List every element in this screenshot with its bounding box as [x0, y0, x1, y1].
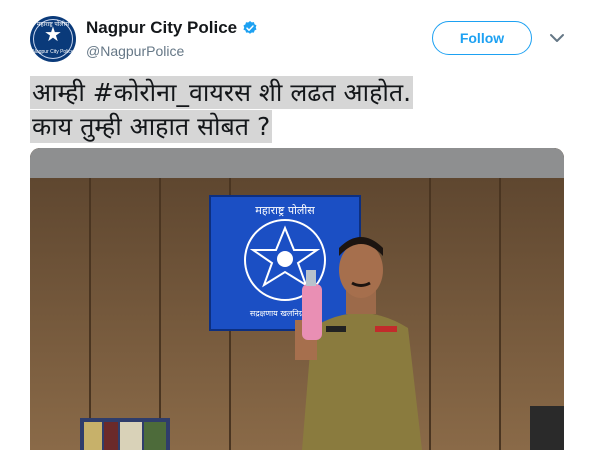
tweet-text-line: काय तुम्ही आहात सोबत ?: [30, 110, 273, 143]
verified-badge-icon: [243, 21, 257, 34]
video-frame: महाराष्ट्र पोलीस सद्रक्षणाय खलनिग्रहणाय: [30, 148, 564, 450]
chevron-down-icon[interactable]: [549, 32, 565, 44]
avatar-bottom-text: Nagpur City Police: [32, 49, 74, 55]
sign-text-top: महाराष्ट्र पोलीस: [255, 204, 315, 217]
tweet-text: आम्ही #कोरोना_वायरस शी लढत आहोत. काय तुम…: [30, 76, 570, 144]
tweet-text-line: आम्ही #कोरोना_वायरस शी लढत आहोत.: [30, 76, 414, 109]
police-sign: महाराष्ट्र पोलीस सद्रक्षणाय खलनिग्रहणाय: [209, 195, 361, 331]
ceiling: [30, 148, 564, 178]
name-row: Nagpur City Police: [86, 18, 258, 38]
handle[interactable]: @NagpurPolice: [86, 43, 184, 59]
tweet-header: महाराष्ट्र पोलीस ★ Nagpur City Police Na…: [0, 0, 600, 70]
cabinet: [530, 406, 564, 450]
display-name[interactable]: Nagpur City Police: [86, 18, 237, 38]
tweet-video[interactable]: महाराष्ट्र पोलीस सद्रक्षणाय खलनिग्रहणाय: [30, 148, 564, 450]
follow-button[interactable]: Follow: [432, 21, 532, 55]
avatar[interactable]: महाराष्ट्र पोलीस ★ Nagpur City Police: [30, 16, 76, 62]
police-star-icon: ★: [44, 24, 62, 46]
bookshelf: [80, 418, 170, 450]
